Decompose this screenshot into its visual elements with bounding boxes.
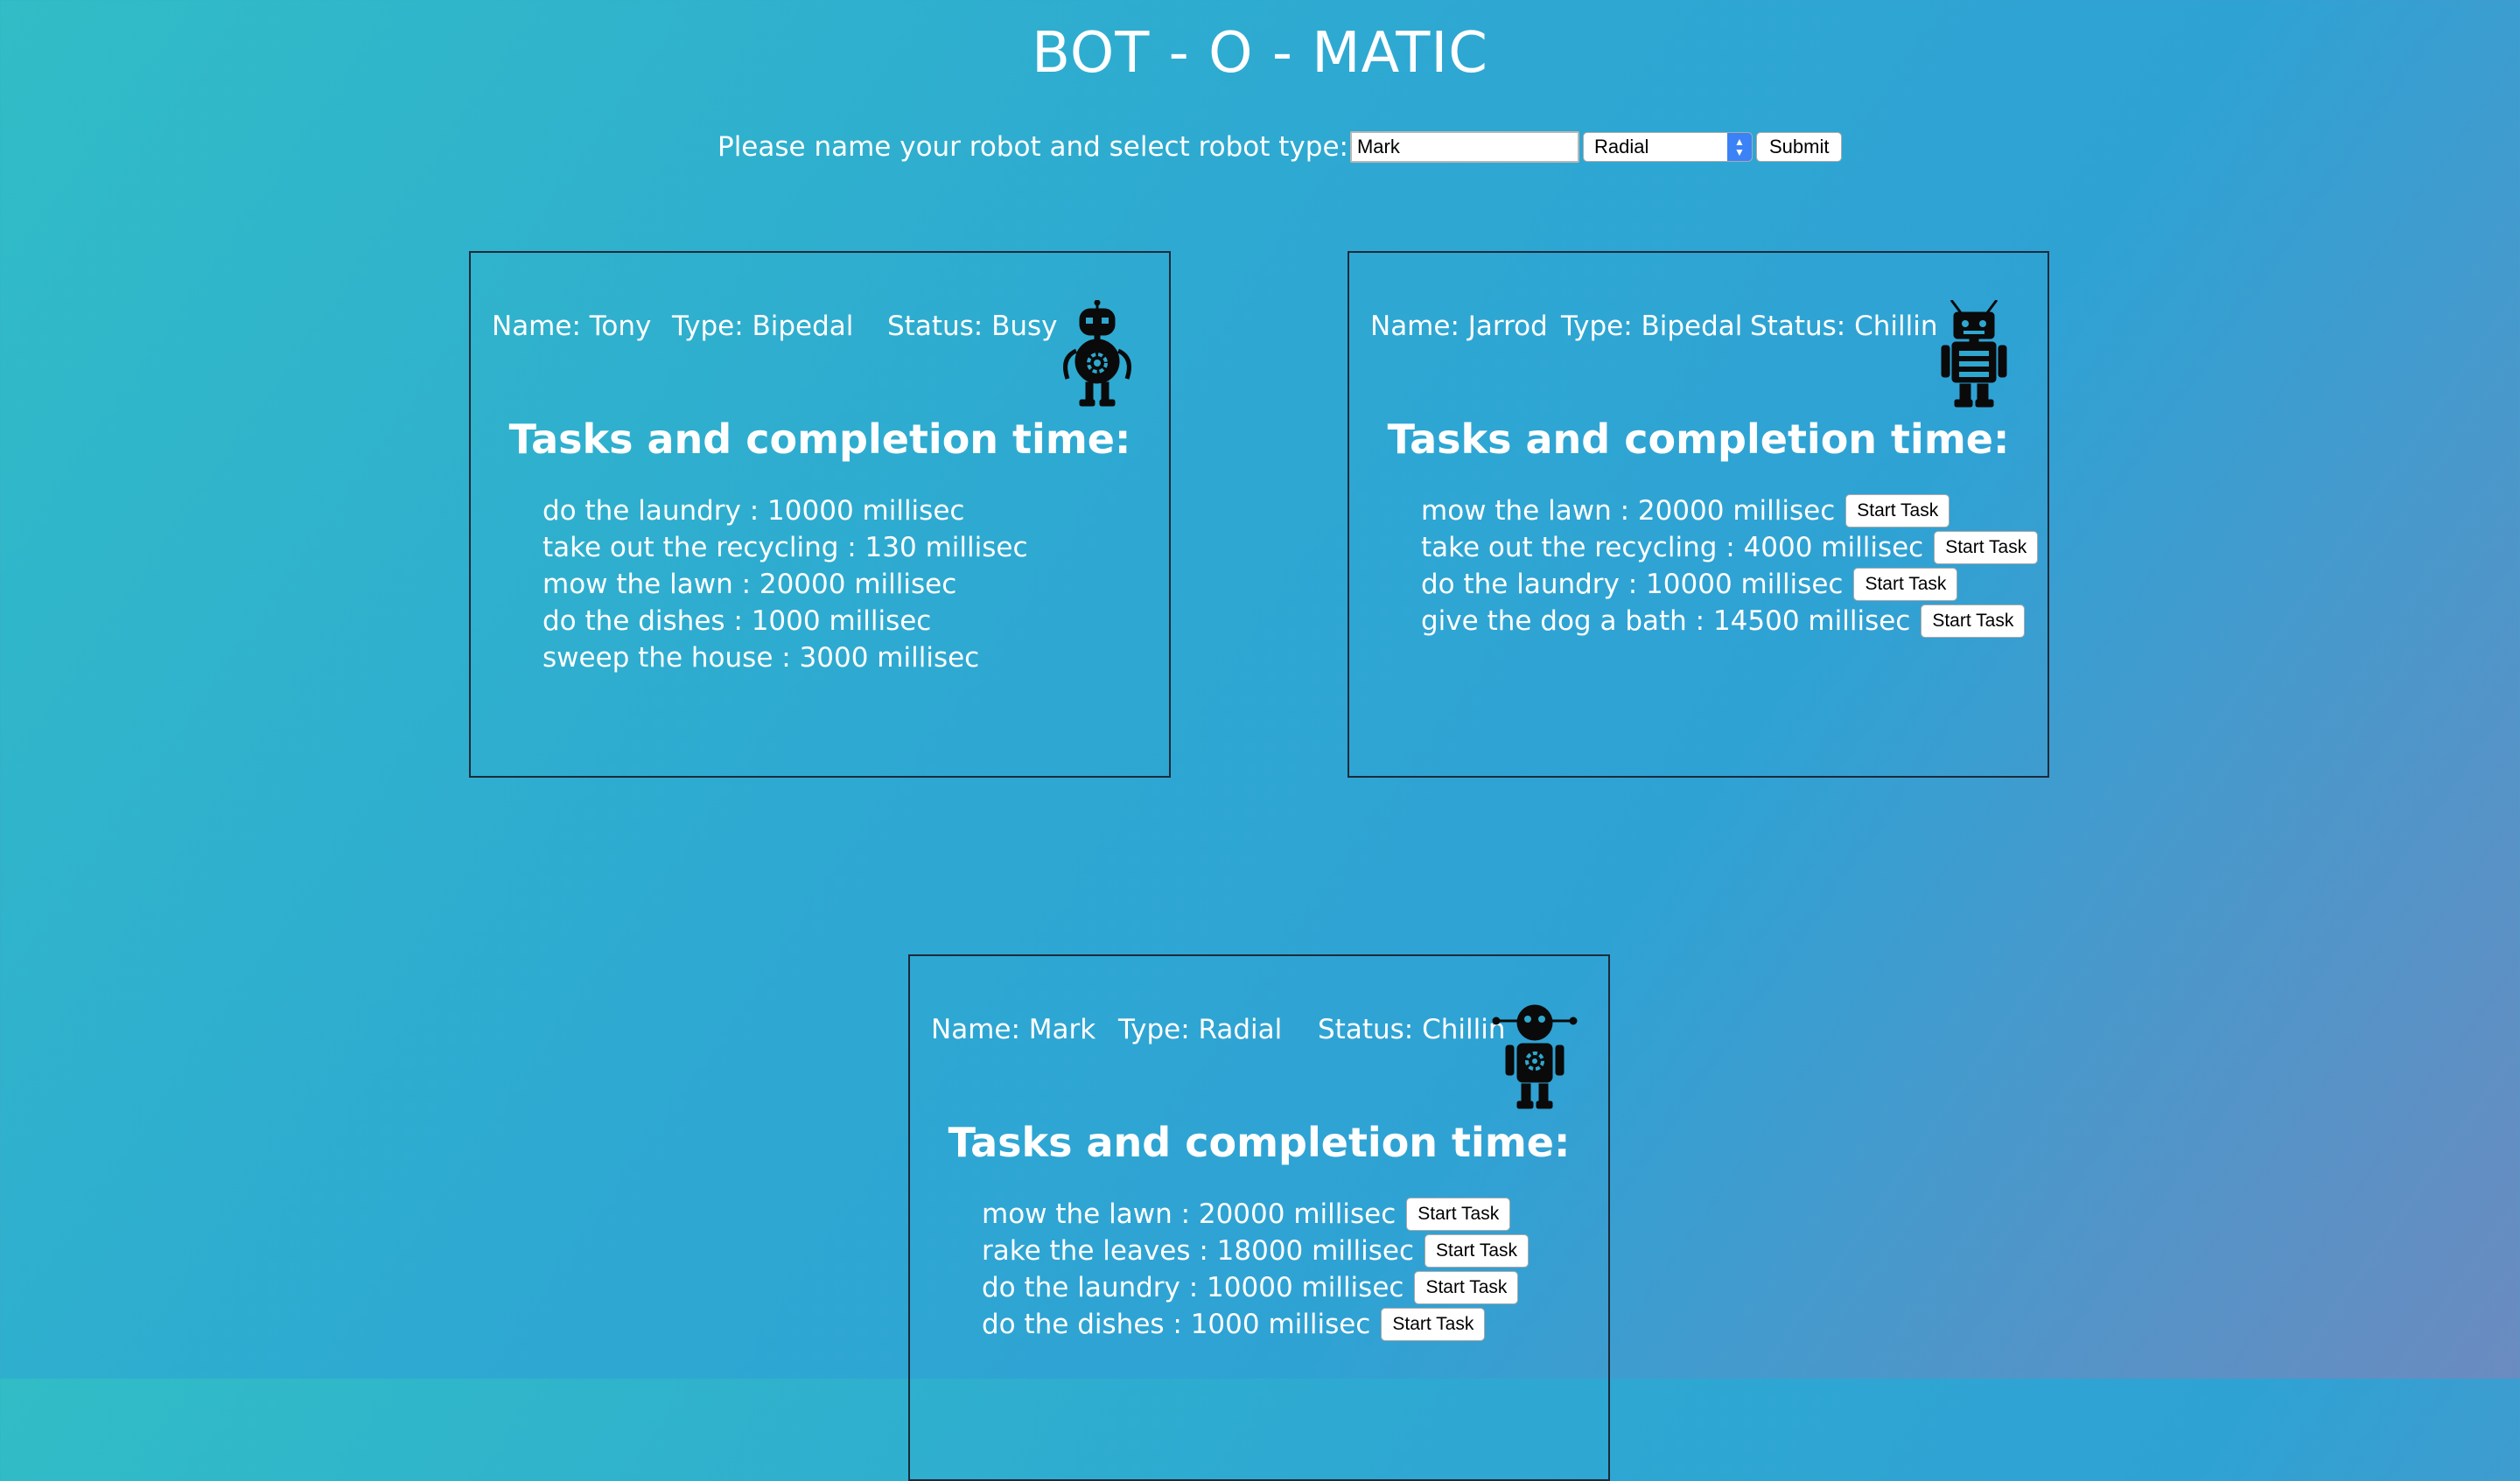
robot-type-selected: Radial: [1593, 136, 1649, 157]
robot-status: Status: Chillin: [1318, 1014, 1506, 1045]
task-item: rake the leaves : 18000 millisec Start Ta…: [982, 1233, 1530, 1269]
robot-status: Status: Busy: [887, 311, 1058, 342]
start-task-button[interactable]: Start Task: [1406, 1198, 1511, 1231]
start-task-button[interactable]: Start Task: [1424, 1234, 1530, 1268]
robot-antenna-icon: [1941, 300, 2007, 408]
task-item: do the dishes : 1000 millisec: [542, 603, 1028, 639]
task-item: mow the lawn : 20000 millisec Start Task: [1421, 493, 2038, 529]
task-list: mow the lawn : 20000 millisec Start Task …: [1421, 493, 2039, 639]
app-title: BOT - O - MATIC: [1032, 21, 1488, 86]
robot-name: Name: Mark: [931, 1014, 1096, 1045]
task-text: give the dog a bath : 14500 millisec: [1421, 605, 1911, 637]
robot-status: Status: Chillin: [1750, 311, 1938, 342]
robot-name-input[interactable]: [1349, 131, 1579, 163]
task-list: do the laundry : 10000 millisec take out…: [542, 493, 1028, 676]
start-task-button[interactable]: Start Task: [1845, 494, 1950, 527]
robot-card-header: Name: Mark Type: Radial Status: Chillin: [931, 995, 1587, 1109]
task-text: do the laundry : 10000 millisec: [1421, 569, 1844, 600]
select-updown-icon: ▲ ▼: [1726, 133, 1752, 161]
task-text: sweep the house : 3000 millisec: [542, 642, 980, 674]
robot-radial-icon: [1492, 1004, 1578, 1109]
robot-type: Type: Radial: [1118, 1014, 1283, 1045]
start-task-button[interactable]: Start Task: [1414, 1271, 1519, 1304]
tasks-title: Tasks and completion time:: [508, 416, 1131, 463]
robot-name: Name: Tony: [492, 311, 652, 342]
tasks-title: Tasks and completion time:: [948, 1119, 1571, 1166]
task-list: mow the lawn : 20000 millisec Start Task …: [982, 1196, 1530, 1343]
robot-name: Name: Jarrod: [1370, 311, 1548, 342]
robot-card: Name: Jarrod Type: Bipedal Status: Chill…: [1348, 251, 2049, 778]
task-item: take out the recycling : 4000 millisec St…: [1421, 529, 2039, 566]
robot-gear-icon: [1063, 300, 1131, 407]
start-task-button[interactable]: Start Task: [1853, 568, 1958, 601]
start-task-button[interactable]: Start Task: [1934, 531, 2039, 564]
robot-card-header: Name: Tony Type: Bipedal Status: Busy: [492, 291, 1148, 407]
task-text: do the dishes : 1000 millisec: [982, 1309, 1371, 1340]
robot-card-header: Name: Jarrod Type: Bipedal Status: Chill…: [1370, 291, 2026, 408]
task-item: mow the lawn : 20000 millisec: [542, 566, 1028, 603]
task-text: mow the lawn : 20000 millisec: [982, 1198, 1396, 1230]
robot-card: Name: Mark Type: Radial Status: Chillin: [908, 954, 1610, 1481]
robot-create-form: Please name your robot and select robot …: [718, 129, 1843, 164]
submit-button[interactable]: Submit: [1755, 132, 1843, 162]
robot-type: Type: Bipedal: [672, 311, 854, 342]
task-item: mow the lawn : 20000 millisec Start Task: [982, 1196, 1529, 1233]
start-task-button[interactable]: Start Task: [1381, 1308, 1486, 1341]
task-text: do the laundry : 10000 millisec: [982, 1272, 1404, 1303]
task-text: mow the lawn : 20000 millisec: [1421, 495, 1836, 527]
task-text: do the dishes : 1000 millisec: [542, 605, 932, 637]
form-prompt: Please name your robot and select robot …: [718, 131, 1348, 163]
task-text: do the laundry : 10000 millisec: [542, 495, 965, 527]
robot-card: Name: Tony Type: Bipedal Status: Busy Ta…: [469, 251, 1171, 778]
robot-type: Type: Bipedal: [1561, 311, 1743, 342]
task-item: give the dog a bath : 14500 millisec Star…: [1421, 603, 2038, 639]
task-item: sweep the house : 3000 millisec: [542, 639, 1028, 676]
task-item: do the laundry : 10000 millisec Start Tas…: [982, 1269, 1529, 1306]
robot-type-select[interactable]: Radial ▲ ▼: [1582, 132, 1753, 162]
task-item: do the laundry : 10000 millisec Start Tas…: [1421, 566, 2038, 603]
task-text: rake the leaves : 18000 millisec: [982, 1235, 1415, 1267]
task-text: take out the recycling : 4000 millisec: [1421, 532, 1924, 563]
task-item: do the dishes : 1000 millisec Start Task: [982, 1306, 1529, 1343]
task-item: take out the recycling : 130 millisec: [542, 529, 1028, 566]
task-text: mow the lawn : 20000 millisec: [542, 569, 957, 600]
task-item: do the laundry : 10000 millisec: [542, 493, 1028, 529]
start-task-button[interactable]: Start Task: [1921, 604, 2026, 638]
task-text: take out the recycling : 130 millisec: [542, 532, 1028, 563]
tasks-title: Tasks and completion time:: [1387, 416, 2010, 463]
